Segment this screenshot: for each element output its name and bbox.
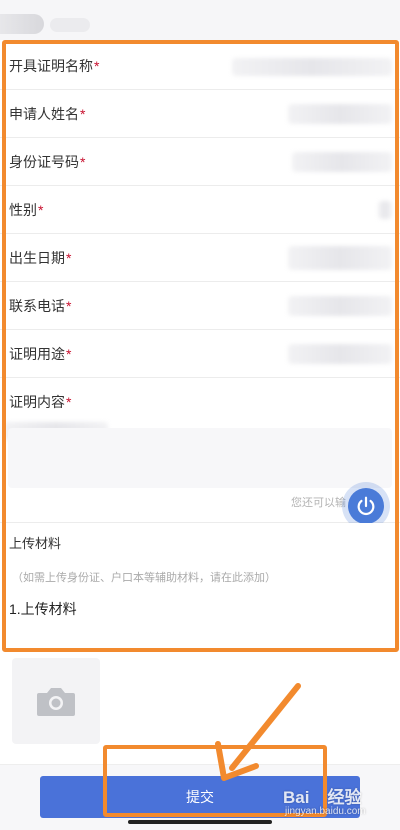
upload-subtitle: 1.上传材料 (9, 601, 77, 617)
field-birth-date[interactable]: 出生日期* (0, 234, 400, 282)
value-blur (288, 296, 392, 316)
watermark-brand: Bai 经验 (283, 788, 362, 807)
camera-icon (37, 688, 75, 716)
upload-section: 上传材料 （如需上传身份证、户口本等辅助材料，请在此添加） 1.上传材料 (0, 523, 400, 633)
value-blur (288, 246, 392, 270)
field-content: 证明内容* 您还可以输字 (0, 378, 400, 524)
value-blur (378, 201, 392, 219)
field-gender[interactable]: 性别* (0, 186, 400, 234)
certificate-form: 开具证明名称* 申请人姓名* 身份证号码* 性别* 出生日期* 联系电话* 证明… (0, 42, 400, 633)
field-purpose[interactable]: 证明用途* (0, 330, 400, 378)
watermark-url: jingyan.baidu.com (285, 806, 366, 817)
field-label: 申请人姓名* (9, 106, 86, 122)
power-icon (357, 496, 375, 516)
field-label: 性别* (9, 202, 44, 218)
field-certificate-name[interactable]: 开具证明名称* (0, 42, 400, 90)
field-label: 身份证号码* (9, 154, 86, 170)
value-blur (288, 104, 392, 124)
value-blur (288, 344, 392, 364)
field-applicant-name[interactable]: 申请人姓名* (0, 90, 400, 138)
top-strip (0, 0, 400, 40)
field-label: 证明内容* (9, 394, 72, 410)
value-blur (292, 152, 392, 172)
field-phone[interactable]: 联系电话* (0, 282, 400, 330)
back-pill[interactable] (0, 14, 44, 34)
home-indicator (128, 820, 272, 824)
field-label: 出生日期* (9, 250, 72, 266)
field-label: 开具证明名称* (9, 58, 100, 74)
field-label: 证明用途* (9, 346, 72, 362)
upload-title: 上传材料 (9, 536, 62, 551)
field-id-number[interactable]: 身份证号码* (0, 138, 400, 186)
content-textarea[interactable] (8, 428, 392, 488)
field-label: 联系电话* (9, 298, 72, 314)
upload-tip: （如需上传身份证、户口本等辅助材料，请在此添加） (12, 572, 276, 584)
voice-input-button[interactable] (348, 488, 384, 524)
upload-photo-button[interactable] (12, 658, 100, 744)
title-blur (50, 18, 90, 32)
value-blur (232, 58, 392, 76)
